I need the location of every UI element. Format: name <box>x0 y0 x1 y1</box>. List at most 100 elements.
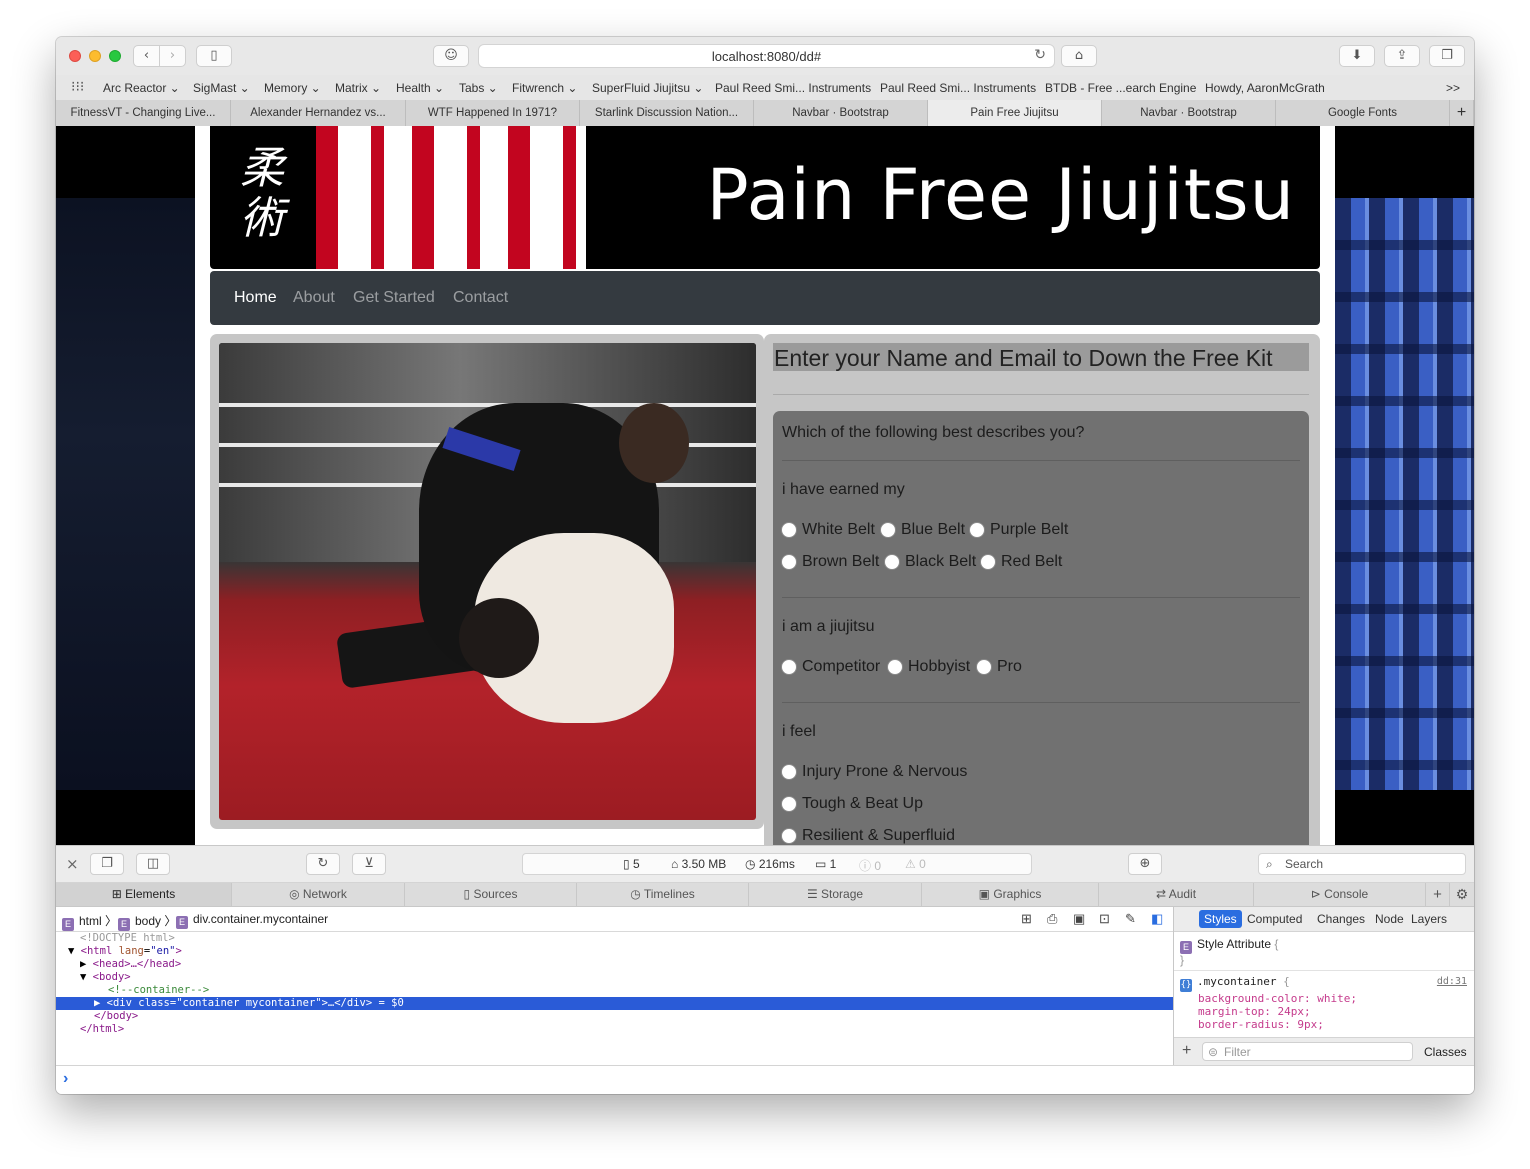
radio-label[interactable]: Blue Belt <box>901 521 965 539</box>
tab-storage[interactable]: ☰ Storage <box>749 883 922 906</box>
rendering-icon[interactable]: ▣ <box>1073 911 1085 927</box>
sidebar-tab-styles[interactable]: Styles <box>1199 910 1242 928</box>
style-attribute-rule[interactable]: E Style Attribute { } <box>1174 937 1474 966</box>
minimize-window-button[interactable] <box>89 50 101 62</box>
bookmark-item[interactable]: Tabs ⌄ <box>459 81 498 95</box>
radio-brown-belt[interactable] <box>781 554 797 570</box>
bookmark-item[interactable]: SuperFluid Jiujitsu ⌄ <box>592 81 703 95</box>
radio-pro[interactable] <box>976 659 992 675</box>
downloads-button[interactable]: ⬇ <box>1339 45 1375 67</box>
dom-comment[interactable]: <!--container--> <box>56 984 1225 997</box>
dom-head-node[interactable]: ▶ <head>…</head> <box>56 958 1197 971</box>
nav-contact[interactable]: Contact <box>453 289 508 307</box>
bookmark-item[interactable]: Health ⌄ <box>396 81 444 95</box>
browser-tab[interactable]: Google Fonts <box>1276 100 1450 126</box>
tab-audit[interactable]: ⇄ Audit <box>1099 883 1254 906</box>
reload-icon[interactable]: ↻ <box>1034 47 1046 63</box>
radio-purple-belt[interactable] <box>969 522 985 538</box>
rule-source-link[interactable]: dd:31 <box>1437 975 1467 988</box>
tab-network[interactable]: ◎ Network <box>232 883 405 906</box>
radio-hobbyist[interactable] <box>887 659 903 675</box>
radio-blue-belt[interactable] <box>880 522 896 538</box>
bookmark-item[interactable]: Paul Reed Smi... Instruments <box>880 81 1036 95</box>
bookmark-item[interactable]: BTDB - Free ...earch Engine <box>1045 81 1196 95</box>
disclosure-open-icon[interactable]: ▼ <box>80 971 93 983</box>
css-property[interactable]: background-color: white; <box>1174 992 1474 1005</box>
browser-tab[interactable]: Navbar · Bootstrap <box>1102 100 1276 126</box>
browser-tab[interactable]: Starlink Discussion Nation... <box>580 100 754 126</box>
radio-competitor[interactable] <box>781 659 797 675</box>
sidebar-tab-computed[interactable]: Computed <box>1247 912 1302 926</box>
sidebar-tab-changes[interactable]: Changes <box>1317 912 1365 926</box>
radio-white-belt[interactable] <box>781 522 797 538</box>
radio-label[interactable]: Brown Belt <box>802 553 879 571</box>
nav-get-started[interactable]: Get Started <box>353 289 435 307</box>
dom-selected-div[interactable]: ▶ <div class="container mycontainer">…</… <box>56 997 1211 1010</box>
dock-side-button[interactable]: ◫ <box>136 853 170 875</box>
radio-injury-prone[interactable] <box>781 764 797 780</box>
browser-tab-active[interactable]: Pain Free Jiujitsu <box>928 100 1102 126</box>
bookmarks-overflow-button[interactable]: >> <box>1446 81 1460 95</box>
styles-filter-input[interactable]: ⊜ Filter <box>1202 1042 1413 1061</box>
radio-label[interactable]: White Belt <box>802 521 875 539</box>
zoom-window-button[interactable] <box>109 50 121 62</box>
warning-count[interactable]: ⚠ 0 <box>905 857 926 871</box>
address-bar[interactable]: localhost:8080/dd# ↻ <box>478 44 1055 68</box>
new-tab-button[interactable]: + <box>1450 100 1474 126</box>
browser-tab[interactable]: Alexander Hernandez vs... <box>231 100 406 126</box>
undock-button[interactable]: ❐ <box>90 853 124 875</box>
tab-sources[interactable]: ▯ Sources <box>405 883 577 906</box>
bookmark-item[interactable]: Howdy, AaronMcGrath <box>1205 81 1325 95</box>
radio-label[interactable]: Red Belt <box>1001 553 1062 571</box>
nav-home[interactable]: Home <box>234 289 277 307</box>
tab-elements[interactable]: ⊞ Elements <box>56 883 232 906</box>
reload-page-button[interactable]: ↻ <box>306 853 340 875</box>
add-rule-icon[interactable]: + <box>1182 1042 1191 1060</box>
grid-overlay-icon[interactable]: ⊡ <box>1099 911 1110 927</box>
css-property[interactable]: border-radius: 9px; <box>1174 1018 1474 1031</box>
radio-label[interactable]: Purple Belt <box>990 521 1068 539</box>
css-property[interactable]: margin-top: 24px; <box>1174 1005 1474 1018</box>
tab-console[interactable]: ⊳ Console <box>1254 883 1426 906</box>
radio-red-belt[interactable] <box>980 554 996 570</box>
share-button[interactable]: ⇪ <box>1384 45 1420 67</box>
bookmark-item[interactable]: SigMast ⌄ <box>193 81 250 95</box>
radio-label[interactable]: Resilient & Superfluid <box>802 827 955 845</box>
radio-label[interactable]: Pro <box>997 658 1022 676</box>
nav-about[interactable]: About <box>293 289 335 307</box>
dom-body-node[interactable]: ▼ <body> <box>56 971 1197 984</box>
bookmark-item[interactable]: Arc Reactor ⌄ <box>103 81 180 95</box>
tab-graphics[interactable]: ▣ Graphics <box>922 883 1099 906</box>
tab-overview-button[interactable]: ❐ <box>1429 45 1465 67</box>
radio-label[interactable]: Hobbyist <box>908 658 970 676</box>
home-button[interactable]: ⌂ <box>1061 45 1097 67</box>
mycontainer-rule[interactable]: {} .mycontainer {dd:31 background-color: … <box>1174 975 1474 1031</box>
element-picker-button[interactable]: ⊕ <box>1128 853 1162 875</box>
breadcrumb-html[interactable]: Ehtml 〉 <box>62 912 117 931</box>
dom-body-close[interactable]: </body> <box>56 1010 1211 1023</box>
sidebar-toggle-button[interactable]: ▯ <box>196 45 232 67</box>
classes-toggle[interactable]: Classes <box>1424 1045 1467 1059</box>
back-button[interactable]: ‹ <box>133 45 160 67</box>
details-sidebar-icon[interactable]: ◧ <box>1151 911 1163 927</box>
breadcrumb-body[interactable]: Ebody 〉 <box>118 912 176 931</box>
pencil-icon[interactable]: ✎ <box>1125 911 1136 927</box>
close-icon[interactable]: × <box>66 855 79 873</box>
browser-tab[interactable]: WTF Happened In 1971? <box>406 100 580 126</box>
dom-doctype[interactable]: <!DOCTYPE html> <box>56 932 1197 945</box>
disclosure-closed-icon[interactable]: ▶ <box>94 997 107 1009</box>
radio-label[interactable]: Injury Prone & Nervous <box>802 763 967 781</box>
bookmark-item[interactable]: Paul Reed Smi... Instruments <box>715 81 871 95</box>
print-icon[interactable]: ⎙ <box>1047 911 1057 927</box>
error-count[interactable]: ⓘ 0 <box>859 857 881 874</box>
radio-resilient[interactable] <box>781 828 797 844</box>
bookmark-item[interactable]: Fitwrench ⌄ <box>512 81 577 95</box>
radio-label[interactable]: Black Belt <box>905 553 976 571</box>
layout-icon[interactable]: ⊞ <box>1021 911 1032 927</box>
radio-label[interactable]: Competitor <box>802 658 880 676</box>
sidebar-tab-node[interactable]: Node <box>1375 912 1404 926</box>
browser-tab[interactable]: Navbar · Bootstrap <box>754 100 928 126</box>
bookmark-item[interactable]: Matrix ⌄ <box>335 81 381 95</box>
disclosure-open-icon[interactable]: ▼ <box>68 945 81 957</box>
add-tab-icon[interactable]: + <box>1426 883 1450 906</box>
